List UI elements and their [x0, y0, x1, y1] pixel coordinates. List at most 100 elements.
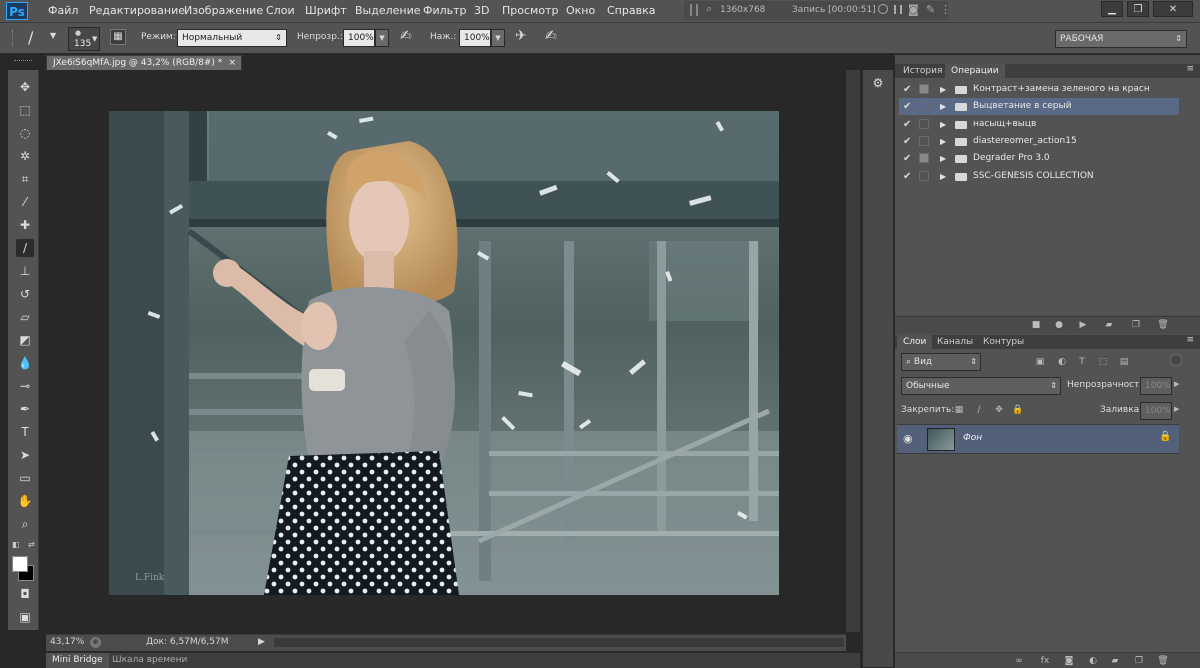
new-layer-icon[interactable]: ❐ — [1133, 656, 1145, 666]
stamp-tool-icon[interactable]: ⊥ — [16, 262, 34, 280]
menu-help[interactable]: Справка — [607, 4, 655, 18]
default-colors-icon[interactable]: ◧ — [12, 540, 20, 549]
filter-smart-object-icon[interactable]: ▤ — [1118, 357, 1130, 367]
hand-tool-icon[interactable]: ✋ — [16, 492, 34, 510]
camera-icon[interactable]: ◙ — [908, 3, 919, 16]
action-row-selected[interactable]: ✔ ▶ Выцветание в серый — [899, 98, 1179, 115]
opacity-dropdown[interactable]: ▼ — [375, 29, 389, 47]
eyedropper-tool-icon[interactable]: ⁄ — [16, 193, 34, 211]
menu-window[interactable]: Окно — [566, 4, 595, 18]
expand-icon[interactable]: ▶ — [940, 116, 946, 133]
history-brush-tool-icon[interactable]: ↺ — [16, 285, 34, 303]
expand-icon[interactable]: ▶ — [940, 81, 946, 98]
swap-colors-icon[interactable]: ⇄ — [28, 540, 35, 549]
healing-tool-icon[interactable]: ✚ — [16, 216, 34, 234]
airbrush-icon[interactable]: ✈ — [515, 28, 527, 44]
document-canvas-photo[interactable]: L.Fink — [109, 111, 779, 595]
fill-input[interactable]: 100% — [1140, 402, 1172, 420]
eye-icon[interactable]: ◉ — [903, 432, 913, 445]
check-icon[interactable]: ✔ — [903, 116, 913, 133]
tab-mini-bridge[interactable]: Mini Bridge — [46, 653, 109, 668]
history-panel-icon[interactable]: ⚙ — [869, 76, 887, 92]
chevron-right-icon[interactable]: ▶ — [1174, 405, 1179, 413]
opacity-input[interactable]: 100% — [343, 29, 375, 47]
trash-icon[interactable]: 🗑 — [1157, 320, 1169, 330]
lock-all-icon[interactable]: 🔒 — [1012, 405, 1024, 415]
tab-timeline[interactable]: Шкала времени — [106, 653, 193, 668]
menu-image[interactable]: Изображение — [184, 4, 263, 18]
layer-row-selected[interactable]: ◉ Фон 🔒 — [897, 424, 1179, 454]
panel-menu-icon[interactable]: ≡ — [1186, 335, 1194, 345]
info-icon[interactable]: ⊕ — [90, 637, 101, 648]
filter-shape-icon[interactable]: ⬚ — [1097, 357, 1109, 367]
trash-icon[interactable]: 🗑 — [1157, 656, 1169, 666]
more-icon[interactable]: ⋮ — [940, 3, 951, 16]
add-mask-icon[interactable]: ◙ — [1063, 656, 1075, 666]
document-tab[interactable]: JXe6iS6qMfA.jpg @ 43,2% (RGB/8#) * × — [46, 55, 242, 70]
brush-tool-icon[interactable]: ∕ — [16, 239, 34, 257]
close-button[interactable]: ✕ — [1153, 1, 1193, 17]
menu-select[interactable]: Выделение — [355, 4, 421, 18]
tab-actions[interactable]: Операции — [945, 64, 1005, 78]
new-set-icon[interactable]: ▰ — [1103, 320, 1115, 330]
filter-pixel-icon[interactable]: ▣ — [1034, 357, 1046, 367]
new-action-icon[interactable]: ❐ — [1130, 320, 1142, 330]
chevron-right-icon[interactable]: ▶ — [1174, 380, 1179, 388]
tab-layers[interactable]: Слои — [897, 335, 933, 349]
pressure-size-icon[interactable]: ✍ — [545, 28, 557, 44]
menu-type[interactable]: Шрифт — [305, 4, 347, 18]
brush-tool-icon[interactable]: ∕ — [28, 28, 33, 47]
lasso-tool-icon[interactable]: ◌ — [16, 124, 34, 142]
menu-filter[interactable]: Фильтр — [423, 4, 467, 18]
brush-preset-picker[interactable]: ● 135 ▼ — [68, 27, 100, 51]
restore-button[interactable]: ❐ — [1127, 1, 1149, 17]
quick-mask-icon[interactable]: ◘ — [16, 585, 34, 603]
menu-layers[interactable]: Слои — [266, 4, 295, 18]
action-row[interactable]: ✔ ▶ Контраст+замена зеленого на красн — [899, 81, 1179, 98]
fx-icon[interactable]: fx — [1039, 656, 1051, 666]
action-row[interactable]: ✔ ▶ насыщ+выцв — [899, 116, 1179, 133]
horizontal-scrollbar[interactable] — [274, 638, 844, 647]
adjustment-layer-icon[interactable]: ◐ — [1087, 656, 1099, 666]
dialog-toggle-icon[interactable] — [919, 136, 929, 146]
filter-type-icon[interactable]: T — [1076, 357, 1088, 367]
pen-tool-icon[interactable]: ✒ — [16, 400, 34, 418]
status-menu-icon[interactable]: ▶ — [258, 635, 265, 650]
pressure-opacity-icon[interactable]: ✍ — [400, 28, 412, 44]
brush-panel-icon[interactable]: ▦ — [110, 29, 126, 45]
expand-icon[interactable]: ▶ — [940, 168, 946, 185]
blur-tool-icon[interactable]: 💧 — [16, 354, 34, 372]
action-row[interactable]: ✔ ▶ SSC-GENESIS COLLECTION — [899, 168, 1179, 185]
chevron-down-icon[interactable]: ▼ — [50, 31, 56, 40]
expand-icon[interactable]: ▶ — [940, 133, 946, 150]
lock-position-icon[interactable]: ✥ — [993, 405, 1005, 415]
new-group-icon[interactable]: ▰ — [1109, 656, 1121, 666]
zoom-tool-icon[interactable]: ⌕ — [16, 515, 34, 533]
dialog-toggle-icon[interactable] — [919, 84, 929, 94]
path-select-tool-icon[interactable]: ➤ — [16, 446, 34, 464]
tab-paths[interactable]: Контуры — [977, 335, 1030, 349]
expand-icon[interactable]: ▶ — [940, 150, 946, 167]
crop-tool-icon[interactable]: ⌗ — [16, 170, 34, 188]
check-icon[interactable]: ✔ — [903, 98, 913, 115]
dialog-toggle-icon[interactable] — [919, 119, 929, 129]
close-tab-icon[interactable]: × — [228, 56, 236, 71]
move-tool-icon[interactable]: ✥ — [16, 78, 34, 96]
check-icon[interactable]: ✔ — [903, 133, 913, 150]
flow-dropdown[interactable]: ▼ — [491, 29, 505, 47]
screen-recorder-widget[interactable]: ⌕ 1360x768 Запись [00:00:51] ◙ ✎ ⋮ — [684, 1, 951, 20]
dialog-toggle-icon[interactable] — [919, 101, 929, 111]
dialog-toggle-icon[interactable] — [919, 171, 929, 181]
flow-input[interactable]: 100% — [459, 29, 491, 47]
tab-channels[interactable]: Каналы — [931, 335, 979, 349]
menu-file[interactable]: Файл — [48, 4, 78, 18]
check-icon[interactable]: ✔ — [903, 81, 913, 98]
pause-icon[interactable] — [894, 5, 902, 14]
layer-name[interactable]: Фон — [963, 433, 982, 443]
panel-menu-icon[interactable]: ≡ — [1186, 64, 1194, 74]
dialog-toggle-icon[interactable] — [919, 153, 929, 163]
play-icon[interactable]: ▶ — [1077, 320, 1089, 330]
foreground-color-swatch[interactable] — [12, 556, 28, 572]
record-icon[interactable]: ● — [1053, 320, 1065, 330]
filter-adjustment-icon[interactable]: ◐ — [1056, 357, 1068, 367]
